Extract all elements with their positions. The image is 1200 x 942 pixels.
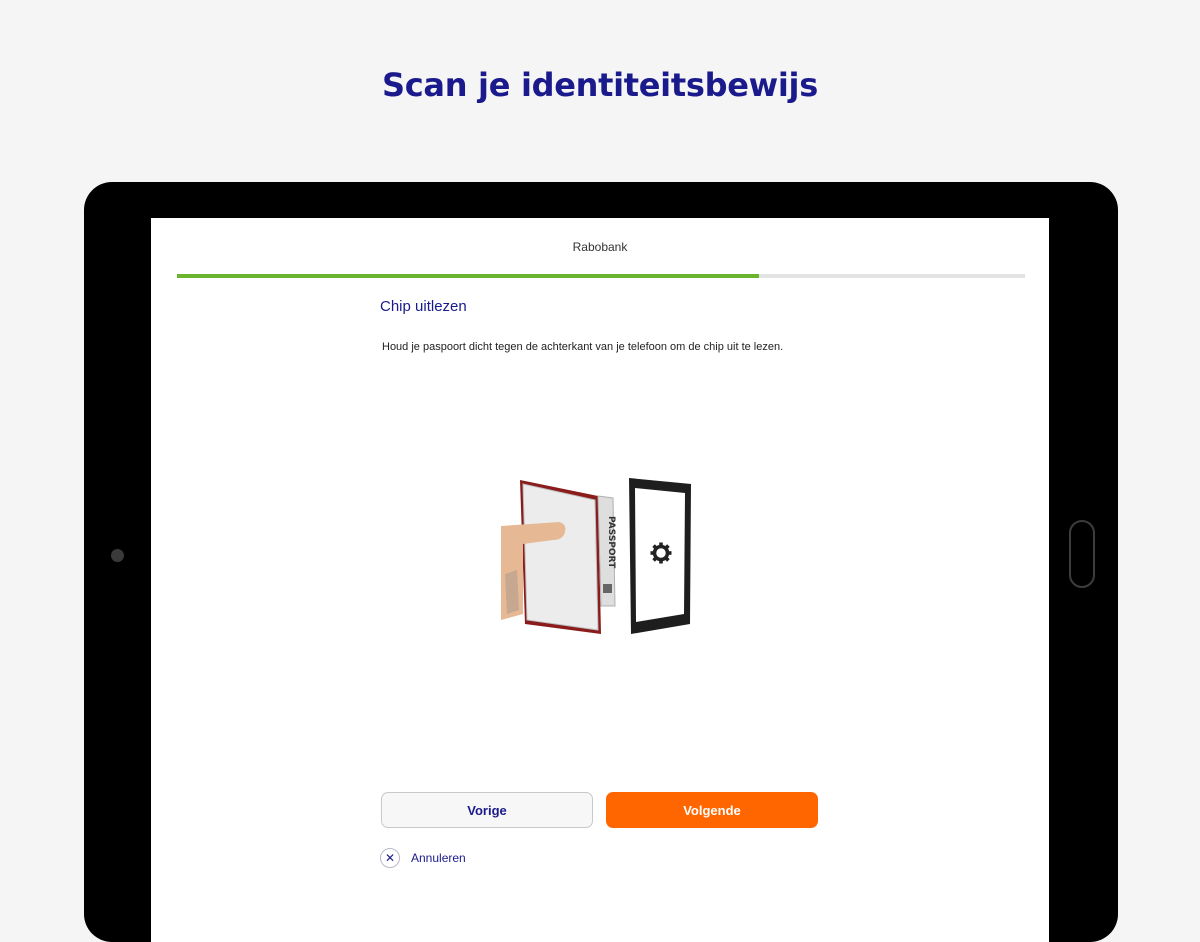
tablet-frame: Rabobank Chip uitlezen Houd je paspoort … [84, 182, 1118, 942]
close-icon[interactable]: ✕ [380, 848, 400, 868]
page-headline: Scan je identiteitsbewijs [382, 66, 818, 104]
cancel-label[interactable]: Annuleren [411, 851, 466, 865]
app-title: Rabobank [572, 240, 628, 254]
home-button [1069, 520, 1095, 588]
previous-button[interactable]: Vorige [381, 792, 593, 828]
step-title: Chip uitlezen [380, 298, 467, 315]
next-button[interactable]: Volgende [606, 792, 818, 828]
hand-shadow [505, 570, 519, 614]
step-instruction: Houd je paspoort dicht tegen de achterka… [382, 341, 784, 353]
phone-screen [635, 488, 685, 622]
passport-chip-mark [603, 584, 612, 593]
tablet-screen: Rabobank Chip uitlezen Houd je paspoort … [151, 218, 1049, 942]
progress-bar [177, 274, 1025, 278]
passport-scan-illustration: PASSPORT [501, 478, 691, 634]
passport-page [522, 483, 599, 631]
passport-spine-label: PASSPORT [606, 516, 616, 569]
progress-fill [177, 274, 759, 278]
camera-dot [111, 549, 124, 562]
cancel-link[interactable]: ✕ Annuleren [380, 848, 466, 868]
